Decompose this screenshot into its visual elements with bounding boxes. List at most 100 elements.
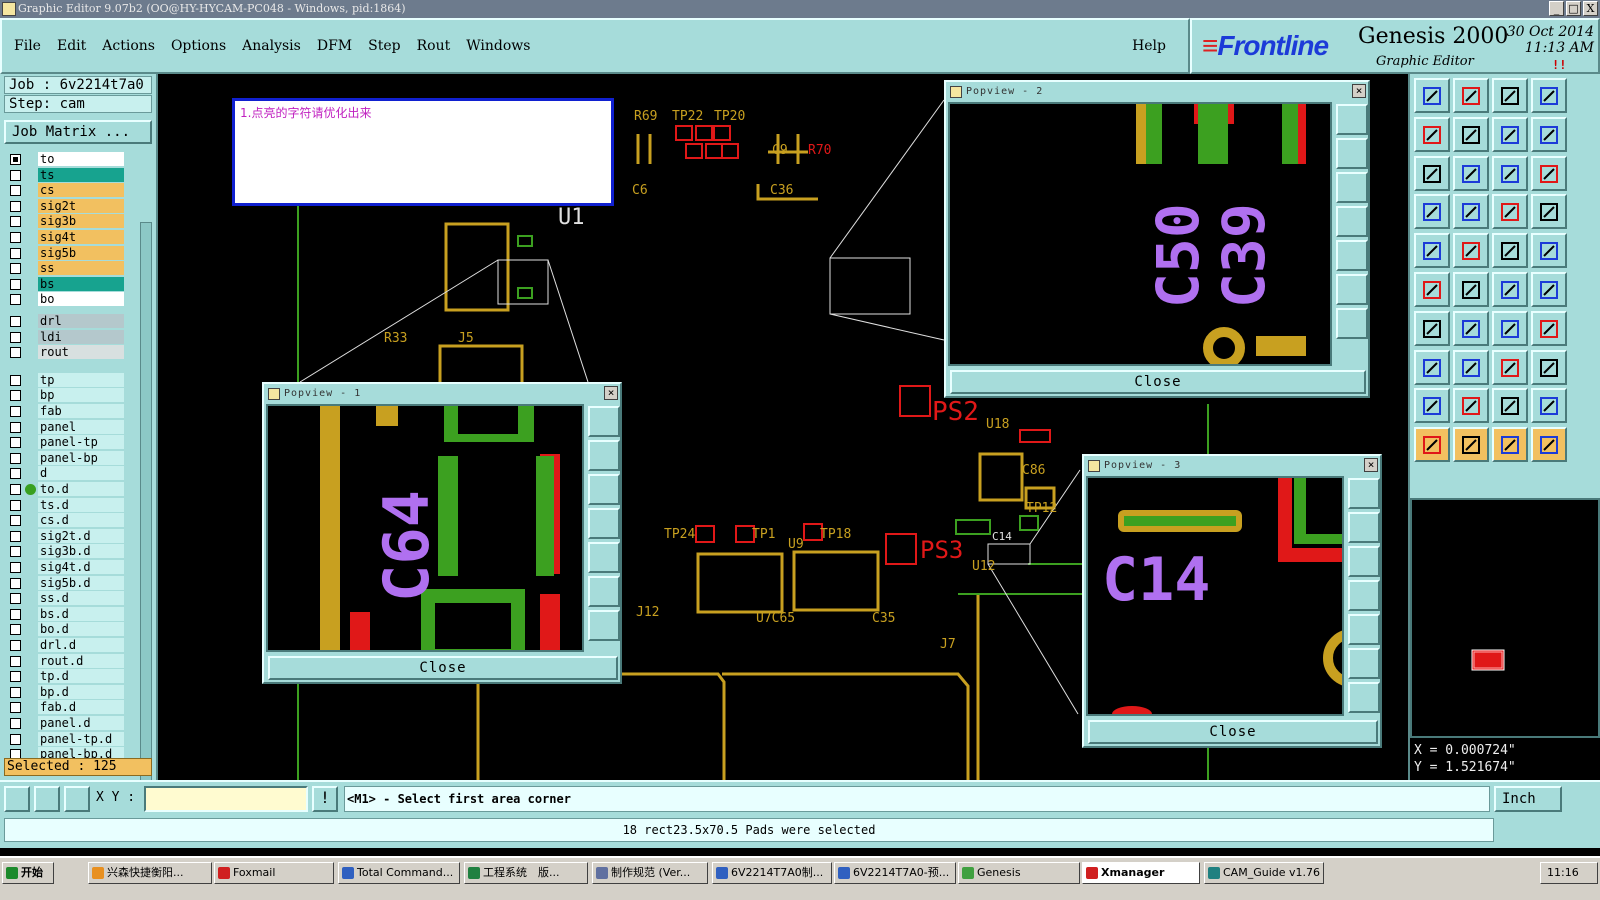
menu-windows[interactable]: Windows [466, 38, 530, 54]
layer-checkbox[interactable] [10, 316, 21, 327]
layer-checkbox[interactable] [10, 530, 21, 542]
layer-checkbox[interactable] [10, 232, 21, 243]
layer-checkbox[interactable] [10, 437, 21, 449]
layer-checkbox[interactable] [10, 390, 21, 402]
zoom-in-icon[interactable] [1336, 308, 1368, 339]
grid-icon[interactable] [64, 786, 90, 812]
popview-3-close-icon[interactable]: × [1364, 458, 1378, 472]
copy-icon[interactable] [1531, 349, 1567, 385]
connect-icon[interactable] [1414, 272, 1450, 307]
pan-left-icon[interactable] [1348, 580, 1380, 611]
arch-icon[interactable] [1531, 388, 1567, 424]
line-icon[interactable] [1453, 233, 1489, 269]
pan-down-icon[interactable] [1348, 546, 1380, 577]
taskbar-item[interactable]: 6V2214T7A0制... [712, 862, 832, 884]
layer-row-rout[interactable]: rout [4, 345, 128, 361]
overview-map[interactable] [1410, 498, 1600, 738]
layer-checkbox[interactable] [10, 169, 21, 181]
pan-right-icon[interactable] [1336, 240, 1368, 271]
layer-row-sig4t[interactable]: sig4t [4, 230, 128, 245]
layer-checkbox[interactable] [10, 331, 21, 343]
layer-checkbox[interactable] [10, 718, 21, 729]
zoom-in-icon[interactable] [588, 610, 620, 641]
layer-row-ts-d[interactable]: ts.d [4, 497, 128, 513]
popview-2-close-button[interactable]: Close [950, 370, 1366, 394]
layer-row-drl[interactable]: drl [4, 314, 128, 329]
arrow-up-icon[interactable] [1453, 388, 1489, 424]
layer-checkbox[interactable] [10, 452, 21, 464]
close-button[interactable]: X [1583, 1, 1598, 16]
layer-checkbox[interactable] [10, 216, 21, 228]
taskbar-item[interactable]: CAM_Guide v1.76 [1204, 862, 1324, 884]
menu-file[interactable]: File [14, 38, 41, 54]
start-button[interactable]: 开始 [2, 862, 54, 884]
popview-1-close-icon[interactable]: × [604, 386, 618, 400]
zoom-fit-icon[interactable] [588, 576, 620, 607]
layer-row-bp-d[interactable]: bp.d [4, 684, 128, 700]
open-step-icon[interactable] [1414, 78, 1450, 113]
save-icon[interactable] [1453, 78, 1489, 113]
taskbar-item[interactable]: Xmanager [1082, 862, 1200, 884]
layer-row-to-d[interactable]: to.d [4, 482, 128, 497]
pan-right-icon[interactable] [1348, 614, 1380, 645]
layer-row-sig5b-d[interactable]: sig5b.d [4, 575, 128, 591]
popview-1-view[interactable]: C64 [266, 404, 584, 652]
settings-icon[interactable] [1414, 194, 1450, 230]
maximize-button[interactable]: □ [1566, 1, 1581, 16]
layer-checkbox[interactable] [10, 640, 21, 651]
taskbar-item[interactable]: 6V2214T7A0-预... [834, 862, 956, 884]
layer-checkbox[interactable] [10, 608, 21, 620]
xy-input[interactable] [144, 786, 308, 812]
layer-scrollbar[interactable] [140, 222, 152, 826]
layer-row-tp[interactable]: tp [4, 372, 128, 388]
layer-checkbox[interactable] [10, 278, 21, 290]
move-icon[interactable] [1531, 272, 1567, 307]
layer-checkbox[interactable] [10, 247, 21, 259]
layer-checkbox[interactable] [10, 733, 21, 745]
dot-icon[interactable] [1531, 233, 1567, 269]
layer-row-sig2t[interactable]: sig2t [4, 198, 128, 214]
layer-checkbox[interactable] [10, 154, 21, 165]
layer-checkbox[interactable] [10, 671, 21, 683]
layer-row-panel[interactable]: panel [4, 419, 128, 435]
menu-options[interactable]: Options [171, 38, 226, 54]
layer-row-sig2t-d[interactable]: sig2t.d [4, 528, 128, 544]
layer-checkbox[interactable] [10, 185, 21, 197]
layer-row-tp-d[interactable]: tp.d [4, 669, 128, 685]
pan-right-icon[interactable] [588, 542, 620, 573]
taskbar-item[interactable]: 工程系统 版... [464, 862, 588, 884]
pointer-icon[interactable] [1414, 427, 1450, 463]
measure-icon[interactable] [34, 786, 60, 812]
triangle-icon[interactable] [1414, 388, 1450, 424]
zoom-home-icon[interactable] [588, 406, 620, 437]
layer-checkbox[interactable] [10, 624, 21, 636]
layer-row-rout-d[interactable]: rout.d [4, 653, 128, 669]
layer-checkbox[interactable] [10, 562, 21, 573]
layer-checkbox[interactable] [10, 347, 21, 359]
home-icon[interactable] [1492, 78, 1528, 113]
pan-up-icon[interactable] [588, 440, 620, 471]
layer-checkbox[interactable] [10, 546, 21, 558]
layer-row-drl-d[interactable]: drl.d [4, 638, 128, 653]
refresh-icon[interactable] [1531, 116, 1567, 152]
zoom-home-icon[interactable] [1336, 104, 1368, 135]
layer-row-sig5b[interactable]: sig5b [4, 245, 128, 261]
menu-step[interactable]: Step [368, 38, 400, 54]
swap-icon[interactable] [1492, 116, 1528, 152]
layer-row-bo[interactable]: bo [4, 292, 128, 308]
arc-icon[interactable] [1492, 272, 1528, 307]
layer-checkbox[interactable] [10, 686, 21, 698]
pointer-select-icon[interactable] [1453, 427, 1489, 463]
layer-row-panel-bp[interactable]: panel-bp [4, 450, 128, 466]
layer-checkbox[interactable] [10, 200, 21, 212]
layer-row-bp[interactable]: bp [4, 388, 128, 404]
layer-row-ts[interactable]: ts [4, 167, 128, 183]
pointer-edit-icon[interactable] [1492, 427, 1528, 463]
layer-row-sig4t-d[interactable]: sig4t.d [4, 560, 128, 575]
mirror-icon[interactable] [1531, 310, 1567, 346]
job-matrix-button[interactable]: Job Matrix ... [4, 120, 152, 144]
layer-checkbox[interactable] [10, 263, 21, 275]
pan-left-icon[interactable] [1336, 206, 1368, 237]
exclamation-icon[interactable]: ! [312, 786, 338, 812]
menu-help[interactable]: Help [1132, 38, 1166, 54]
